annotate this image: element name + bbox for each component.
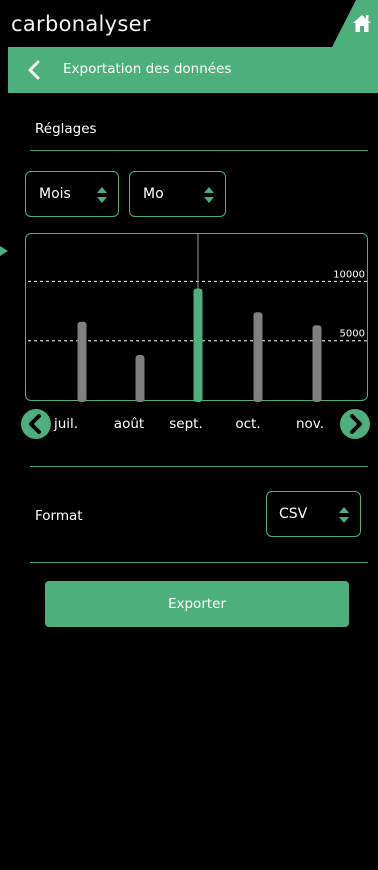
bar-3[interactable] (253, 312, 263, 402)
period-select-value: Mois (39, 186, 71, 202)
app-header: carbonalyser (8, 0, 378, 47)
bar-2[interactable] (193, 288, 203, 402)
consumption-chart: 10000 5000 (25, 233, 368, 402)
format-label: Format (35, 508, 83, 524)
chart-next-button[interactable] (340, 409, 370, 439)
format-select[interactable]: CSV (266, 491, 361, 537)
chart-canvas: 10000 5000 (28, 234, 367, 402)
page-title: Exportation des données (63, 61, 232, 77)
bar-4[interactable] (312, 325, 322, 402)
divider (30, 150, 368, 151)
updown-arrows-icon (339, 507, 349, 523)
home-tab-shape (332, 0, 378, 47)
divider (30, 466, 368, 467)
month-label[interactable]: nov. (285, 416, 335, 432)
updown-arrows-icon (204, 187, 214, 203)
month-label[interactable]: sept. (161, 416, 211, 432)
gridline-label: 10000 (333, 269, 365, 280)
settings-title: Réglages (35, 121, 97, 137)
brand-logo: carbonalyser (11, 12, 151, 36)
unit-select-value: Mo (143, 186, 164, 202)
title-bar: Exportation des données (8, 47, 378, 93)
format-select-value: CSV (279, 506, 308, 522)
export-button-label: Exporter (167, 596, 227, 612)
updown-arrows-icon (97, 187, 107, 203)
unit-select[interactable]: Mo (129, 171, 226, 217)
gridline-label: 5000 (340, 329, 365, 340)
divider (30, 562, 368, 563)
app-screen: carbonalyser Exportation des données Rég… (8, 0, 378, 870)
export-button[interactable]: Exporter (45, 581, 349, 627)
chevron-right-icon (350, 414, 362, 434)
bar-1[interactable] (135, 354, 145, 402)
back-chevron-icon[interactable] (25, 60, 43, 80)
side-arrow-icon (0, 246, 8, 256)
period-select[interactable]: Mois (25, 171, 119, 217)
bar-0[interactable] (77, 321, 87, 402)
month-label[interactable]: août (104, 416, 154, 432)
brand-name: carbonalyser (11, 12, 151, 36)
month-label[interactable]: oct. (223, 416, 273, 432)
month-label[interactable]: juil. (41, 416, 91, 432)
home-button[interactable] (318, 0, 378, 47)
